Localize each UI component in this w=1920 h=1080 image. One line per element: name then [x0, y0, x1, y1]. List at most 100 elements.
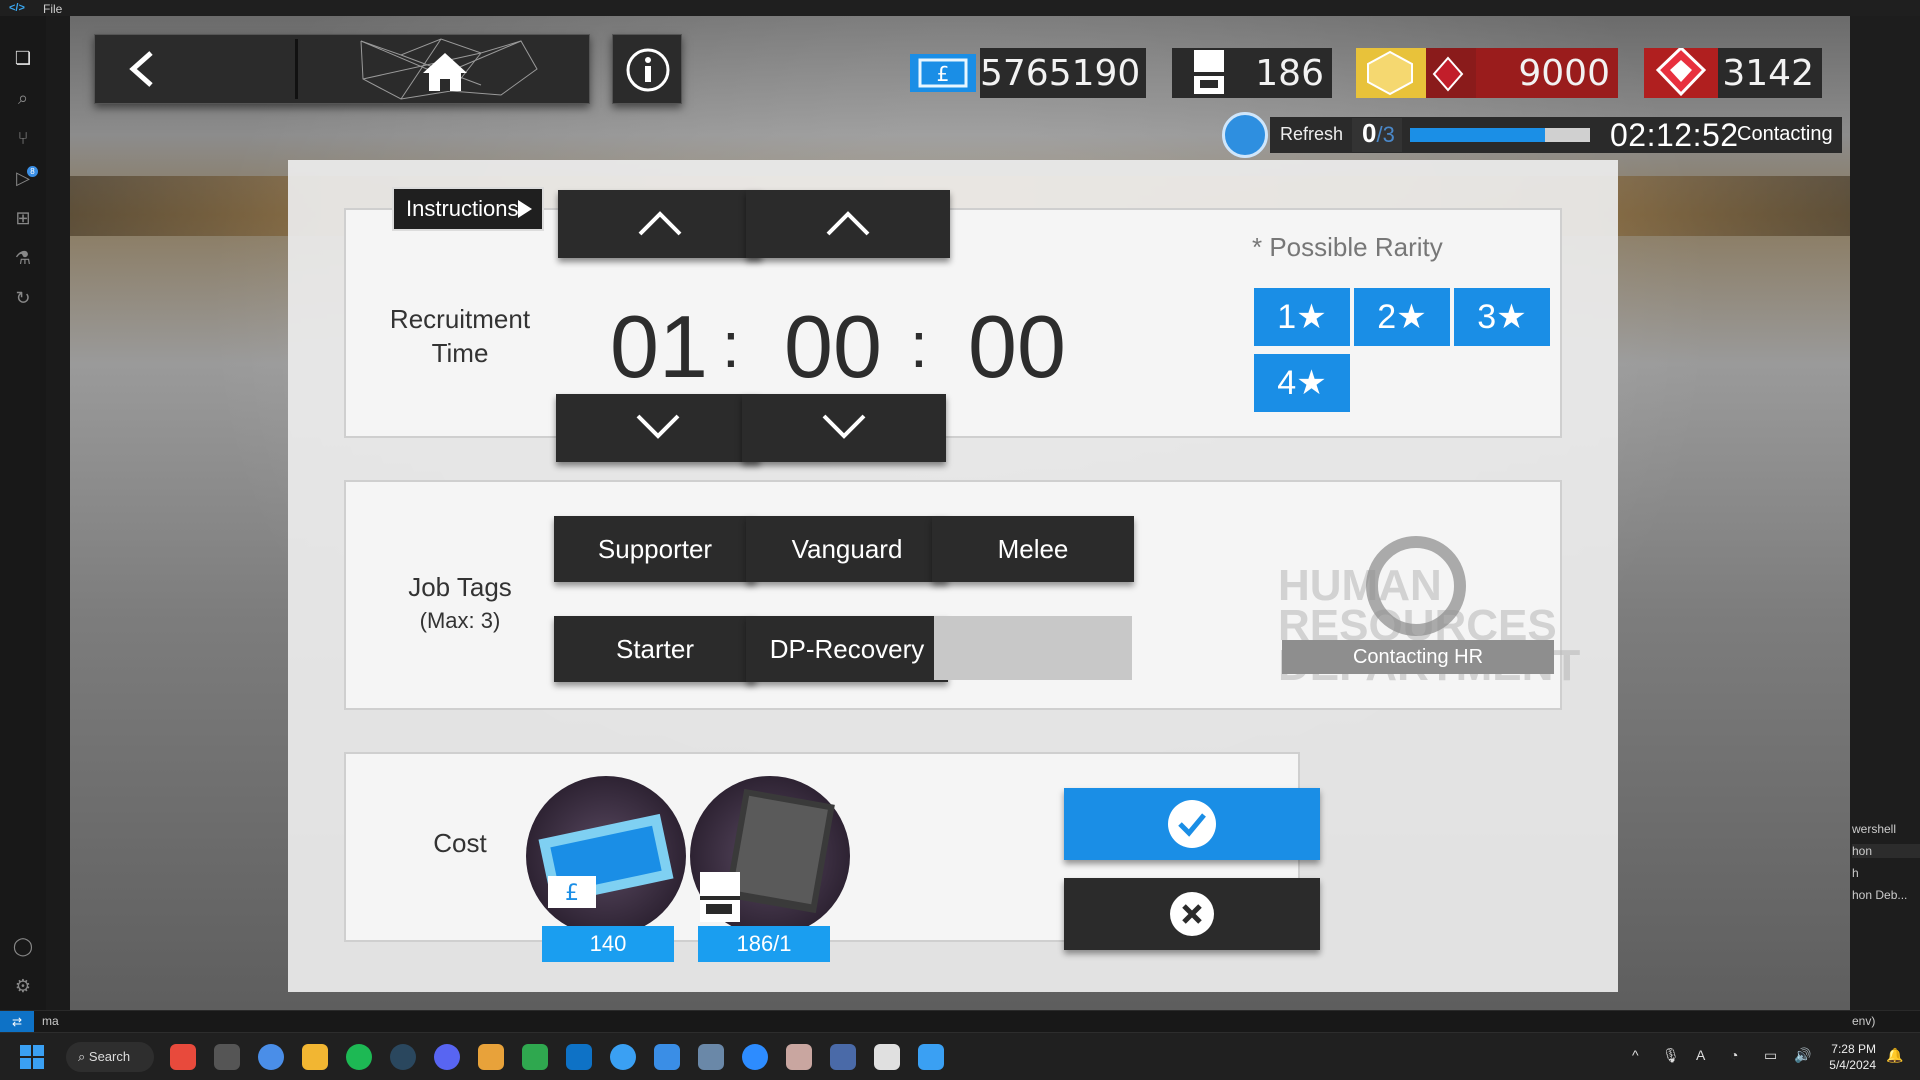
originium-counter: 3142	[1644, 48, 1822, 98]
job-tags-label: Job Tags (Max: 3)	[370, 570, 550, 638]
env-label[interactable]: env)	[1852, 1014, 1875, 1028]
time-separator: :	[722, 309, 740, 381]
app-icon[interactable]	[478, 1044, 504, 1070]
top-nav-bar	[94, 34, 590, 104]
originium-icon	[1644, 48, 1718, 98]
volume-icon[interactable]: 🔊	[1794, 1047, 1811, 1064]
cancel-button[interactable]	[1064, 878, 1320, 950]
account-icon[interactable]: ◯	[11, 934, 35, 958]
home-button[interactable]	[301, 35, 589, 103]
panel-item[interactable]: hon Deb...	[1852, 888, 1907, 902]
instructions-button[interactable]: Instructions	[392, 187, 544, 231]
tag-button[interactable]: Vanguard	[746, 516, 948, 582]
discord-icon[interactable]	[434, 1044, 460, 1070]
label-line: Job Tags	[408, 572, 512, 602]
svg-text:£: £	[565, 881, 579, 906]
start-button-icon[interactable]	[20, 1045, 44, 1069]
source-control-icon[interactable]: ⑂	[11, 126, 35, 150]
remote-icon[interactable]: ↻	[11, 286, 35, 310]
refresh-status-bar: Refresh 0/3 02:12:52 Contacting	[1222, 112, 1842, 158]
hours-down-button[interactable]	[556, 394, 760, 462]
refresh-status: Contacting	[1737, 123, 1833, 145]
checkmark-icon	[1168, 800, 1216, 848]
rarity-badge: 1★	[1254, 288, 1350, 346]
notepad-icon[interactable]	[654, 1044, 680, 1070]
svg-text:£: £	[937, 62, 950, 86]
app-icon[interactable]	[918, 1044, 944, 1070]
app-icon[interactable]	[522, 1044, 548, 1070]
show-hidden-icons-icon[interactable]: ^	[1632, 1047, 1639, 1063]
panel-item[interactable]: wershell	[1852, 822, 1896, 836]
panel-item[interactable]: h	[1852, 866, 1859, 880]
microphone-icon[interactable]: 🎙	[1662, 1047, 1680, 1064]
refresh-panel: Refresh 0/3 02:12:52 Contacting	[1270, 117, 1842, 153]
hours-up-button[interactable]	[558, 190, 762, 258]
taskbar-search[interactable]: ⌕ Search	[66, 1042, 154, 1072]
hr-refresh-icon	[1366, 536, 1466, 636]
network-icon[interactable]: ▭	[1764, 1047, 1777, 1064]
zoom-icon[interactable]	[742, 1044, 768, 1070]
snipping-tool-icon[interactable]	[874, 1044, 900, 1070]
minutes-value: 00	[784, 297, 882, 396]
tag-button[interactable]: Starter	[554, 616, 756, 682]
close-icon	[1170, 892, 1214, 936]
search-icon[interactable]: ⌕	[11, 86, 35, 110]
refresh-count: 0/3	[1352, 118, 1402, 152]
tag-button[interactable]: Supporter	[554, 516, 756, 582]
windows-taskbar: ⌕ Search ^ 🎙 A ◔ ▭ 🔊 7:28 PM 5/4/2024 🔔	[0, 1032, 1920, 1080]
explorer-icon[interactable]: ❏	[11, 46, 35, 70]
task-view-icon[interactable]	[214, 1044, 240, 1070]
testing-icon[interactable]: ⚗	[11, 246, 35, 270]
refresh-label: Refresh	[1280, 124, 1344, 144]
game-app-icon[interactable]	[786, 1044, 812, 1070]
remote-indicator-icon[interactable]: ⇄	[0, 1011, 34, 1033]
minutes-up-button[interactable]	[746, 190, 950, 258]
permit-value: 5765190	[980, 48, 1146, 98]
recruitment-permit-counter: £ 5765190	[906, 48, 1146, 98]
label-line: (Max: 3)	[419, 608, 501, 633]
orundum-counter: 9000	[1356, 48, 1618, 98]
originium-value: 3142	[1718, 48, 1822, 98]
hours-value: 01	[610, 297, 708, 396]
minutes-down-button[interactable]	[742, 394, 946, 462]
branch-label[interactable]: ma	[42, 1014, 59, 1028]
status-bar: ⇄ ma env)	[0, 1010, 1920, 1033]
chrome-icon[interactable]	[258, 1044, 284, 1070]
panel-item[interactable]: hon	[1852, 844, 1920, 858]
info-button[interactable]	[612, 34, 682, 104]
edge-icon[interactable]	[610, 1044, 636, 1070]
refresh-progress-fill	[1410, 128, 1545, 142]
home-icon	[360, 38, 538, 100]
file-explorer-icon[interactable]	[302, 1044, 328, 1070]
settings-gear-icon[interactable]: ⚙	[11, 974, 35, 998]
slot-cost-value: 186/1	[698, 926, 830, 962]
label-line: Recruitment	[389, 304, 531, 334]
vscode-logo-icon: </>	[9, 2, 25, 14]
back-button[interactable]	[95, 35, 291, 103]
recruiter-avatar-icon[interactable]	[1222, 112, 1268, 158]
widgets-icon[interactable]	[170, 1044, 196, 1070]
status-icon[interactable]: ◔	[1730, 1047, 1738, 1063]
tag-button[interactable]: Melee	[932, 516, 1134, 582]
menu-file[interactable]: File	[43, 2, 62, 16]
tag-button[interactable]: DP-Recovery	[746, 616, 948, 682]
seconds-value: 00	[968, 297, 1066, 396]
rarity-badge: 4★	[1254, 354, 1350, 412]
language-icon[interactable]: A	[1696, 1047, 1705, 1063]
run-debug-icon[interactable]: ▷	[11, 166, 35, 190]
search-label: Search	[88, 1049, 131, 1064]
notification-bell-icon[interactable]: 🔔	[1886, 1047, 1903, 1064]
taskbar-clock[interactable]: 7:28 PM 5/4/2024	[1826, 1041, 1876, 1073]
extensions-icon[interactable]: ⊞	[11, 206, 35, 230]
app-icon[interactable]	[830, 1044, 856, 1070]
spotify-icon[interactable]	[346, 1044, 372, 1070]
instructions-label: Instructions	[406, 196, 519, 221]
activity-bar: ❏ ⌕ ⑂ 8 ▷ ⊞ ⚗ ↻ ◯ ⚙	[0, 16, 46, 1024]
contacting-hr-button[interactable]: Contacting HR	[1282, 640, 1554, 674]
photos-icon[interactable]	[698, 1044, 724, 1070]
steam-icon[interactable]	[390, 1044, 416, 1070]
refresh-progress-bar	[1410, 128, 1590, 142]
confirm-button[interactable]	[1064, 788, 1320, 860]
slot-counter: 186	[1172, 48, 1332, 98]
vscode-icon[interactable]	[566, 1044, 592, 1070]
